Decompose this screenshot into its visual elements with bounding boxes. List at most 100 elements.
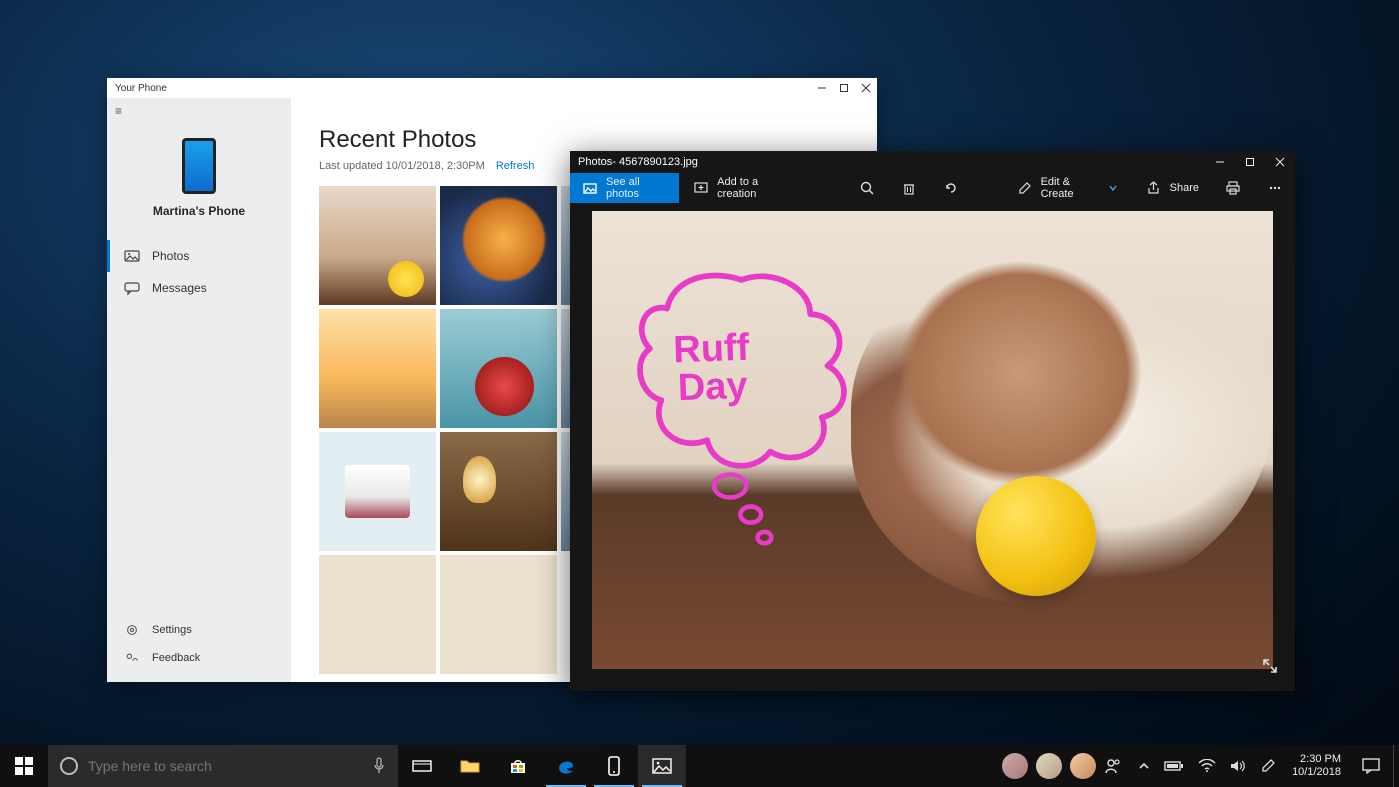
more-icon [1267,180,1283,196]
rotate-button[interactable] [931,173,971,203]
fullscreen-button[interactable] [1255,651,1285,681]
photos-titlebar[interactable]: Photos- 4567890123.jpg [570,151,1295,173]
ink-text: Ruff Day [672,329,751,408]
system-tray [1130,745,1284,787]
edge-icon [556,756,576,776]
photos-icon [124,248,140,264]
photo-thumbnail[interactable] [319,432,436,551]
wifi-icon[interactable] [1198,759,1216,773]
store-button[interactable] [494,745,542,787]
refresh-link[interactable]: Refresh [496,160,535,172]
toolbar-label: Share [1170,182,1199,194]
share-icon [1146,180,1162,196]
page-title: Recent Photos [319,126,849,154]
device-name: Martina's Phone [153,204,245,218]
edit-icon [1017,180,1033,196]
time-text: 2:30 PM [1292,753,1341,766]
people-bar [994,745,1130,787]
photo-subject [976,476,1096,596]
pinned-contact[interactable] [1036,753,1062,779]
minimize-button[interactable] [1205,151,1235,173]
toolbar-label: See all photos [606,176,667,200]
start-button[interactable] [0,745,48,787]
photo-thumbnail[interactable] [319,555,436,674]
more-button[interactable] [1255,173,1295,203]
sidebar-item-label: Photos [152,249,189,263]
photo-image[interactable]: Ruff Day [592,211,1273,669]
folder-icon [460,758,480,774]
photo-thumbnail[interactable] [319,186,436,305]
store-icon [509,757,527,775]
search-box[interactable] [48,745,398,787]
device-header: Martina's Phone [107,138,291,218]
photos-window: Photos- 4567890123.jpg See all photos Ad… [570,151,1295,691]
photo-thumbnail[interactable] [319,309,436,428]
see-all-photos-button[interactable]: See all photos [570,173,679,203]
sidebar-item-feedback[interactable]: Feedback [107,644,291,672]
add-to-creation-button[interactable]: Add to a creation [681,173,802,203]
tray-overflow-button[interactable] [1138,760,1150,772]
close-button[interactable] [855,78,877,98]
your-phone-sidebar: ≡ Martina's Phone Photos Messages [107,98,291,682]
collection-icon [582,180,598,196]
delete-button[interactable] [889,173,929,203]
pinned-contact[interactable] [1070,753,1096,779]
phone-icon [607,756,621,776]
search-input[interactable] [88,758,362,774]
print-icon [1225,180,1241,196]
sidebar-item-label: Feedback [152,652,200,664]
taskbar: 2:30 PM 10/1/2018 [0,745,1399,787]
photo-thumbnail[interactable] [440,555,557,674]
photos-taskbar-button[interactable] [638,745,686,787]
mic-icon[interactable] [372,757,386,775]
photo-thumbnail[interactable] [440,432,557,551]
file-explorer-button[interactable] [446,745,494,787]
rotate-icon [943,180,959,196]
share-button[interactable]: Share [1134,173,1211,203]
pinned-contact[interactable] [1002,753,1028,779]
windows-icon [15,757,33,775]
phone-icon [182,138,216,194]
photo-canvas: Ruff Day [570,203,1295,691]
zoom-button[interactable] [847,173,887,203]
photo-thumbnail[interactable] [440,309,557,428]
maximize-button[interactable] [833,78,855,98]
task-view-icon [412,758,432,774]
gear-icon [124,622,140,638]
sidebar-item-photos[interactable]: Photos [107,240,291,272]
cortana-icon [60,757,78,775]
your-phone-titlebar[interactable]: Your Phone [107,78,877,98]
show-desktop-button[interactable] [1393,745,1399,787]
date-text: 10/1/2018 [1292,766,1341,779]
your-phone-taskbar-button[interactable] [590,745,638,787]
maximize-button[interactable] [1235,151,1265,173]
minimize-button[interactable] [811,78,833,98]
messages-icon [124,280,140,296]
people-button[interactable] [1104,757,1122,775]
toolbar-label: Add to a creation [717,176,790,200]
ink-workspace-icon[interactable] [1260,758,1276,774]
battery-icon[interactable] [1164,760,1184,772]
hamburger-button[interactable]: ≡ [107,98,291,124]
edit-create-button[interactable]: Edit & Create [1005,173,1132,203]
feedback-icon [124,650,140,666]
trash-icon [901,180,917,196]
action-center-button[interactable] [1349,745,1393,787]
task-view-button[interactable] [398,745,446,787]
volume-icon[interactable] [1230,759,1246,773]
edge-button[interactable] [542,745,590,787]
zoom-icon [859,180,875,196]
photo-thumbnail[interactable] [440,186,557,305]
print-button[interactable] [1213,173,1253,203]
sidebar-item-settings[interactable]: Settings [107,616,291,644]
photos-icon [652,758,672,774]
clock[interactable]: 2:30 PM 10/1/2018 [1284,745,1349,787]
photos-window-title: Photos- 4567890123.jpg [578,156,698,168]
last-updated-text: Last updated 10/01/2018, 2:30PM [319,160,485,172]
close-button[interactable] [1265,151,1295,173]
sidebar-item-label: Settings [152,624,192,636]
sidebar-item-messages[interactable]: Messages [107,272,291,304]
photos-toolbar: See all photos Add to a creation [570,173,1295,203]
sidebar-item-label: Messages [152,281,207,295]
toolbar-label: Edit & Create [1041,176,1098,200]
